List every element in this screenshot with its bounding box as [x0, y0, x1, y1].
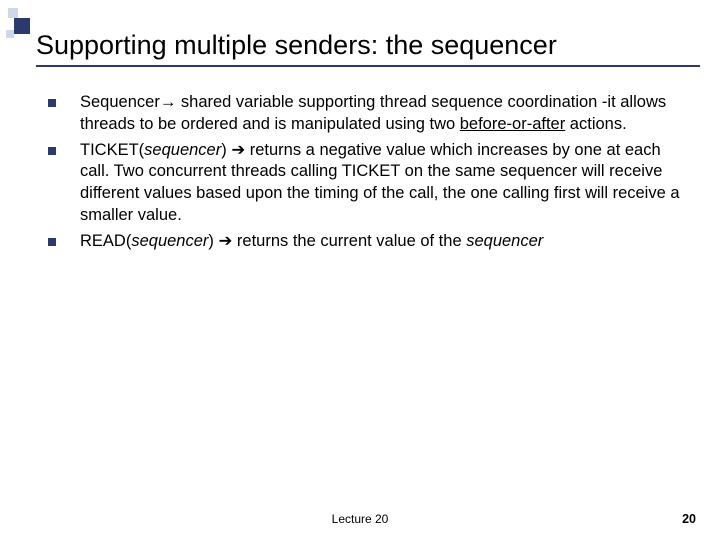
deco-square-dark: [14, 18, 30, 34]
bullet-marker-icon: [48, 147, 56, 155]
bullet-lead: Sequencer: [80, 93, 160, 111]
bullet-text: READ(sequencer) ➔ returns the current va…: [80, 231, 684, 253]
arrow-icon: ➔: [231, 141, 245, 159]
bullet-lead: TICKET(sequencer): [80, 141, 231, 159]
deco-square-light: [8, 8, 18, 18]
bullet-tail: actions.: [565, 115, 626, 133]
bullet-marker-icon: [48, 99, 56, 107]
slide-content: Sequencer→ shared variable supporting th…: [48, 92, 684, 256]
bullet-lead: READ(sequencer): [80, 232, 219, 250]
bullet-item: READ(sequencer) ➔ returns the current va…: [48, 231, 684, 253]
bullet-item: Sequencer→ shared variable supporting th…: [48, 92, 684, 136]
footer-lecture-label: Lecture 20: [0, 512, 720, 526]
bullet-item: TICKET(sequencer) ➔ returns a negative v…: [48, 140, 684, 227]
bullet-marker-icon: [48, 238, 56, 246]
slide-title: Supporting multiple senders: the sequenc…: [36, 30, 700, 67]
arrow-icon: ➔: [219, 232, 233, 250]
bullet-tail: returns the current value of the sequenc…: [232, 232, 543, 250]
deco-square-light: [6, 30, 14, 38]
bullet-text: TICKET(sequencer) ➔ returns a negative v…: [80, 140, 684, 227]
bullet-underline: before-or-after: [460, 115, 565, 133]
footer-page-number: 20: [682, 512, 696, 526]
arrow-icon: →: [160, 93, 177, 111]
bullet-text: Sequencer→ shared variable supporting th…: [80, 92, 684, 136]
